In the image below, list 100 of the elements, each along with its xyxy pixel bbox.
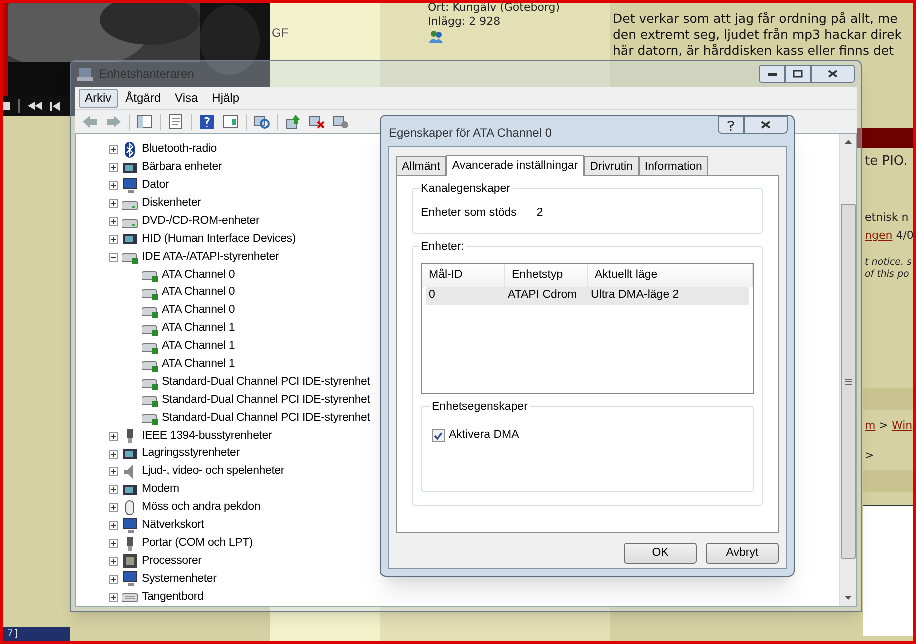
expand-toggle[interactable] (109, 521, 118, 530)
properties-button[interactable] (167, 112, 185, 130)
profile-text: Ort: Kungälv (Göteborg) (428, 1, 560, 15)
menu-item[interactable]: Arkiv (79, 88, 118, 108)
tree-item[interactable]: Standard-Dual Channel PCI IDE-styrenhet (162, 392, 370, 410)
expand-toggle[interactable] (109, 592, 118, 602)
forum-link[interactable]: ngen (865, 229, 893, 242)
expand-toggle[interactable] (109, 556, 118, 566)
maximize-icon (793, 70, 803, 78)
update-button[interactable] (284, 112, 302, 130)
forum-link[interactable]: Win (892, 419, 913, 432)
tree-item[interactable]: ATA Channel 1 (162, 356, 236, 374)
tree-item[interactable]: Diskenheter (142, 194, 202, 212)
checkmark-icon (434, 432, 443, 440)
tree-item[interactable]: Modem (142, 481, 180, 498)
tree-item[interactable]: Nätverkskort (142, 517, 204, 534)
checkbox[interactable] (432, 429, 445, 442)
expand-toggle[interactable] (109, 467, 118, 476)
collapse-toggle[interactable] (109, 252, 118, 262)
tree-item[interactable]: DVD-/CD-ROM-enheter (142, 212, 260, 230)
help-button[interactable] (198, 112, 216, 130)
tree-item[interactable]: Standard-Dual Channel PCI IDE-styrenhet (162, 374, 370, 392)
expand-toggle[interactable] (109, 432, 118, 441)
plus-icon (111, 201, 116, 206)
plus-icon (111, 469, 116, 474)
tree-item[interactable]: ATA Channel 0 (162, 266, 236, 284)
tree-item[interactable]: Tangentbord (142, 588, 204, 606)
tab[interactable]: Information (638, 156, 708, 175)
plus-icon (111, 452, 116, 457)
tree-item[interactable]: ATA Channel 1 (162, 320, 236, 338)
plus-icon (111, 594, 116, 600)
tree-item[interactable]: Ljud-, video- och spelenheter (142, 463, 285, 481)
post-fragment: > (878, 419, 890, 432)
close-button[interactable] (744, 116, 788, 134)
table-cell-text: 0 (428, 288, 436, 304)
post-fragment: t notice. s (865, 256, 912, 270)
field-label: Enheter som stöds (421, 206, 517, 221)
tree-item[interactable]: Standard-Dual Channel PCI IDE-styrenhet (162, 410, 370, 427)
panel-button[interactable] (222, 112, 240, 130)
monitor-icon (122, 518, 138, 534)
plus-icon (111, 183, 116, 188)
tree-item[interactable]: Bluetooth-radio (142, 141, 217, 159)
tab[interactable]: Allmänt (396, 156, 446, 175)
plus-icon (111, 505, 116, 510)
plus-icon (111, 147, 116, 152)
plus-icon (111, 219, 116, 224)
expand-toggle[interactable] (109, 199, 118, 208)
list-row[interactable]: 0 ATAPI Cdrom Ultra DMA-läge 2 (426, 287, 749, 305)
tree-item[interactable]: ATA Channel 0 (162, 284, 236, 302)
post-text: här datorn, är hårddisken kass eller finns det (613, 43, 895, 59)
tree-item[interactable]: Dator (142, 177, 170, 194)
tree-item[interactable]: ATA Channel 1 (162, 338, 236, 356)
tab[interactable]: Avancerade inställningar (446, 155, 584, 176)
tree-item[interactable]: Portar (COM och LPT) (142, 534, 254, 552)
tree-item[interactable]: Systemenheter (142, 570, 217, 588)
panel-button[interactable] (136, 112, 154, 130)
tree-item[interactable]: Lagringsstyrenheter (142, 445, 240, 463)
minimize-button[interactable] (759, 65, 785, 83)
dialog-button[interactable]: Avbryt (706, 543, 779, 564)
plus-icon (111, 165, 116, 170)
expand-toggle[interactable] (109, 217, 118, 226)
tree-item[interactable]: IEEE 1394-busstyrenheter (142, 428, 272, 445)
menu-item[interactable]: Hjälp (206, 88, 246, 108)
expand-toggle[interactable] (109, 485, 118, 494)
close-button[interactable] (811, 65, 855, 83)
checkbox-label: Aktivera DMA (449, 428, 520, 443)
menu-item[interactable]: Visa (169, 88, 204, 108)
tree-item[interactable]: HID (Human Interface Devices) (142, 230, 296, 248)
scrollbar-thumb[interactable] (840, 204, 856, 559)
expand-toggle[interactable] (109, 450, 118, 459)
tree-item[interactable]: ATA Channel 0 (162, 302, 236, 320)
expand-toggle[interactable] (109, 163, 118, 172)
tab[interactable]: Drivrutin (584, 156, 639, 175)
expand-toggle[interactable] (109, 539, 118, 548)
menu-item[interactable]: Åtgärd (120, 88, 168, 108)
rewind-icon (28, 102, 42, 110)
monitor-icon (122, 571, 138, 588)
help-button[interactable] (718, 116, 744, 134)
tree-item[interactable]: IDE ATA-/ATAPI-styrenheter (142, 248, 280, 266)
tree-item[interactable]: Bärbara enheter (142, 159, 222, 176)
dialog-button[interactable]: OK (624, 543, 697, 564)
post-text: den extremt seg, ljudet från mp3 hackar direk (613, 27, 902, 43)
profile-text: Inlägg: 2 928 (428, 15, 502, 29)
post-fragment: > (865, 448, 874, 464)
expand-toggle[interactable] (109, 145, 118, 154)
table-cell-text: ATAPI Cdrom (507, 288, 578, 304)
close-icon (761, 121, 771, 129)
tree-item[interactable]: Möss och andra pekdon (142, 499, 261, 516)
maximize-button[interactable] (785, 65, 811, 83)
expand-toggle[interactable] (109, 181, 118, 190)
tree-item[interactable]: Processorer (142, 552, 202, 570)
expand-toggle[interactable] (109, 574, 118, 584)
forum-link[interactable]: m (865, 419, 876, 432)
device-list[interactable]: Mål-ID Enhetstyp Aktuellt läge 0 ATAPI Cdrom Ultra DMA-läge 2 (421, 263, 754, 394)
expand-toggle[interactable] (109, 234, 118, 244)
scrollbar[interactable] (839, 134, 856, 606)
expand-toggle[interactable] (109, 503, 118, 512)
post-fragment: te PIO. (865, 153, 908, 171)
plus-icon (111, 558, 116, 564)
field-value: 2 (536, 206, 544, 221)
